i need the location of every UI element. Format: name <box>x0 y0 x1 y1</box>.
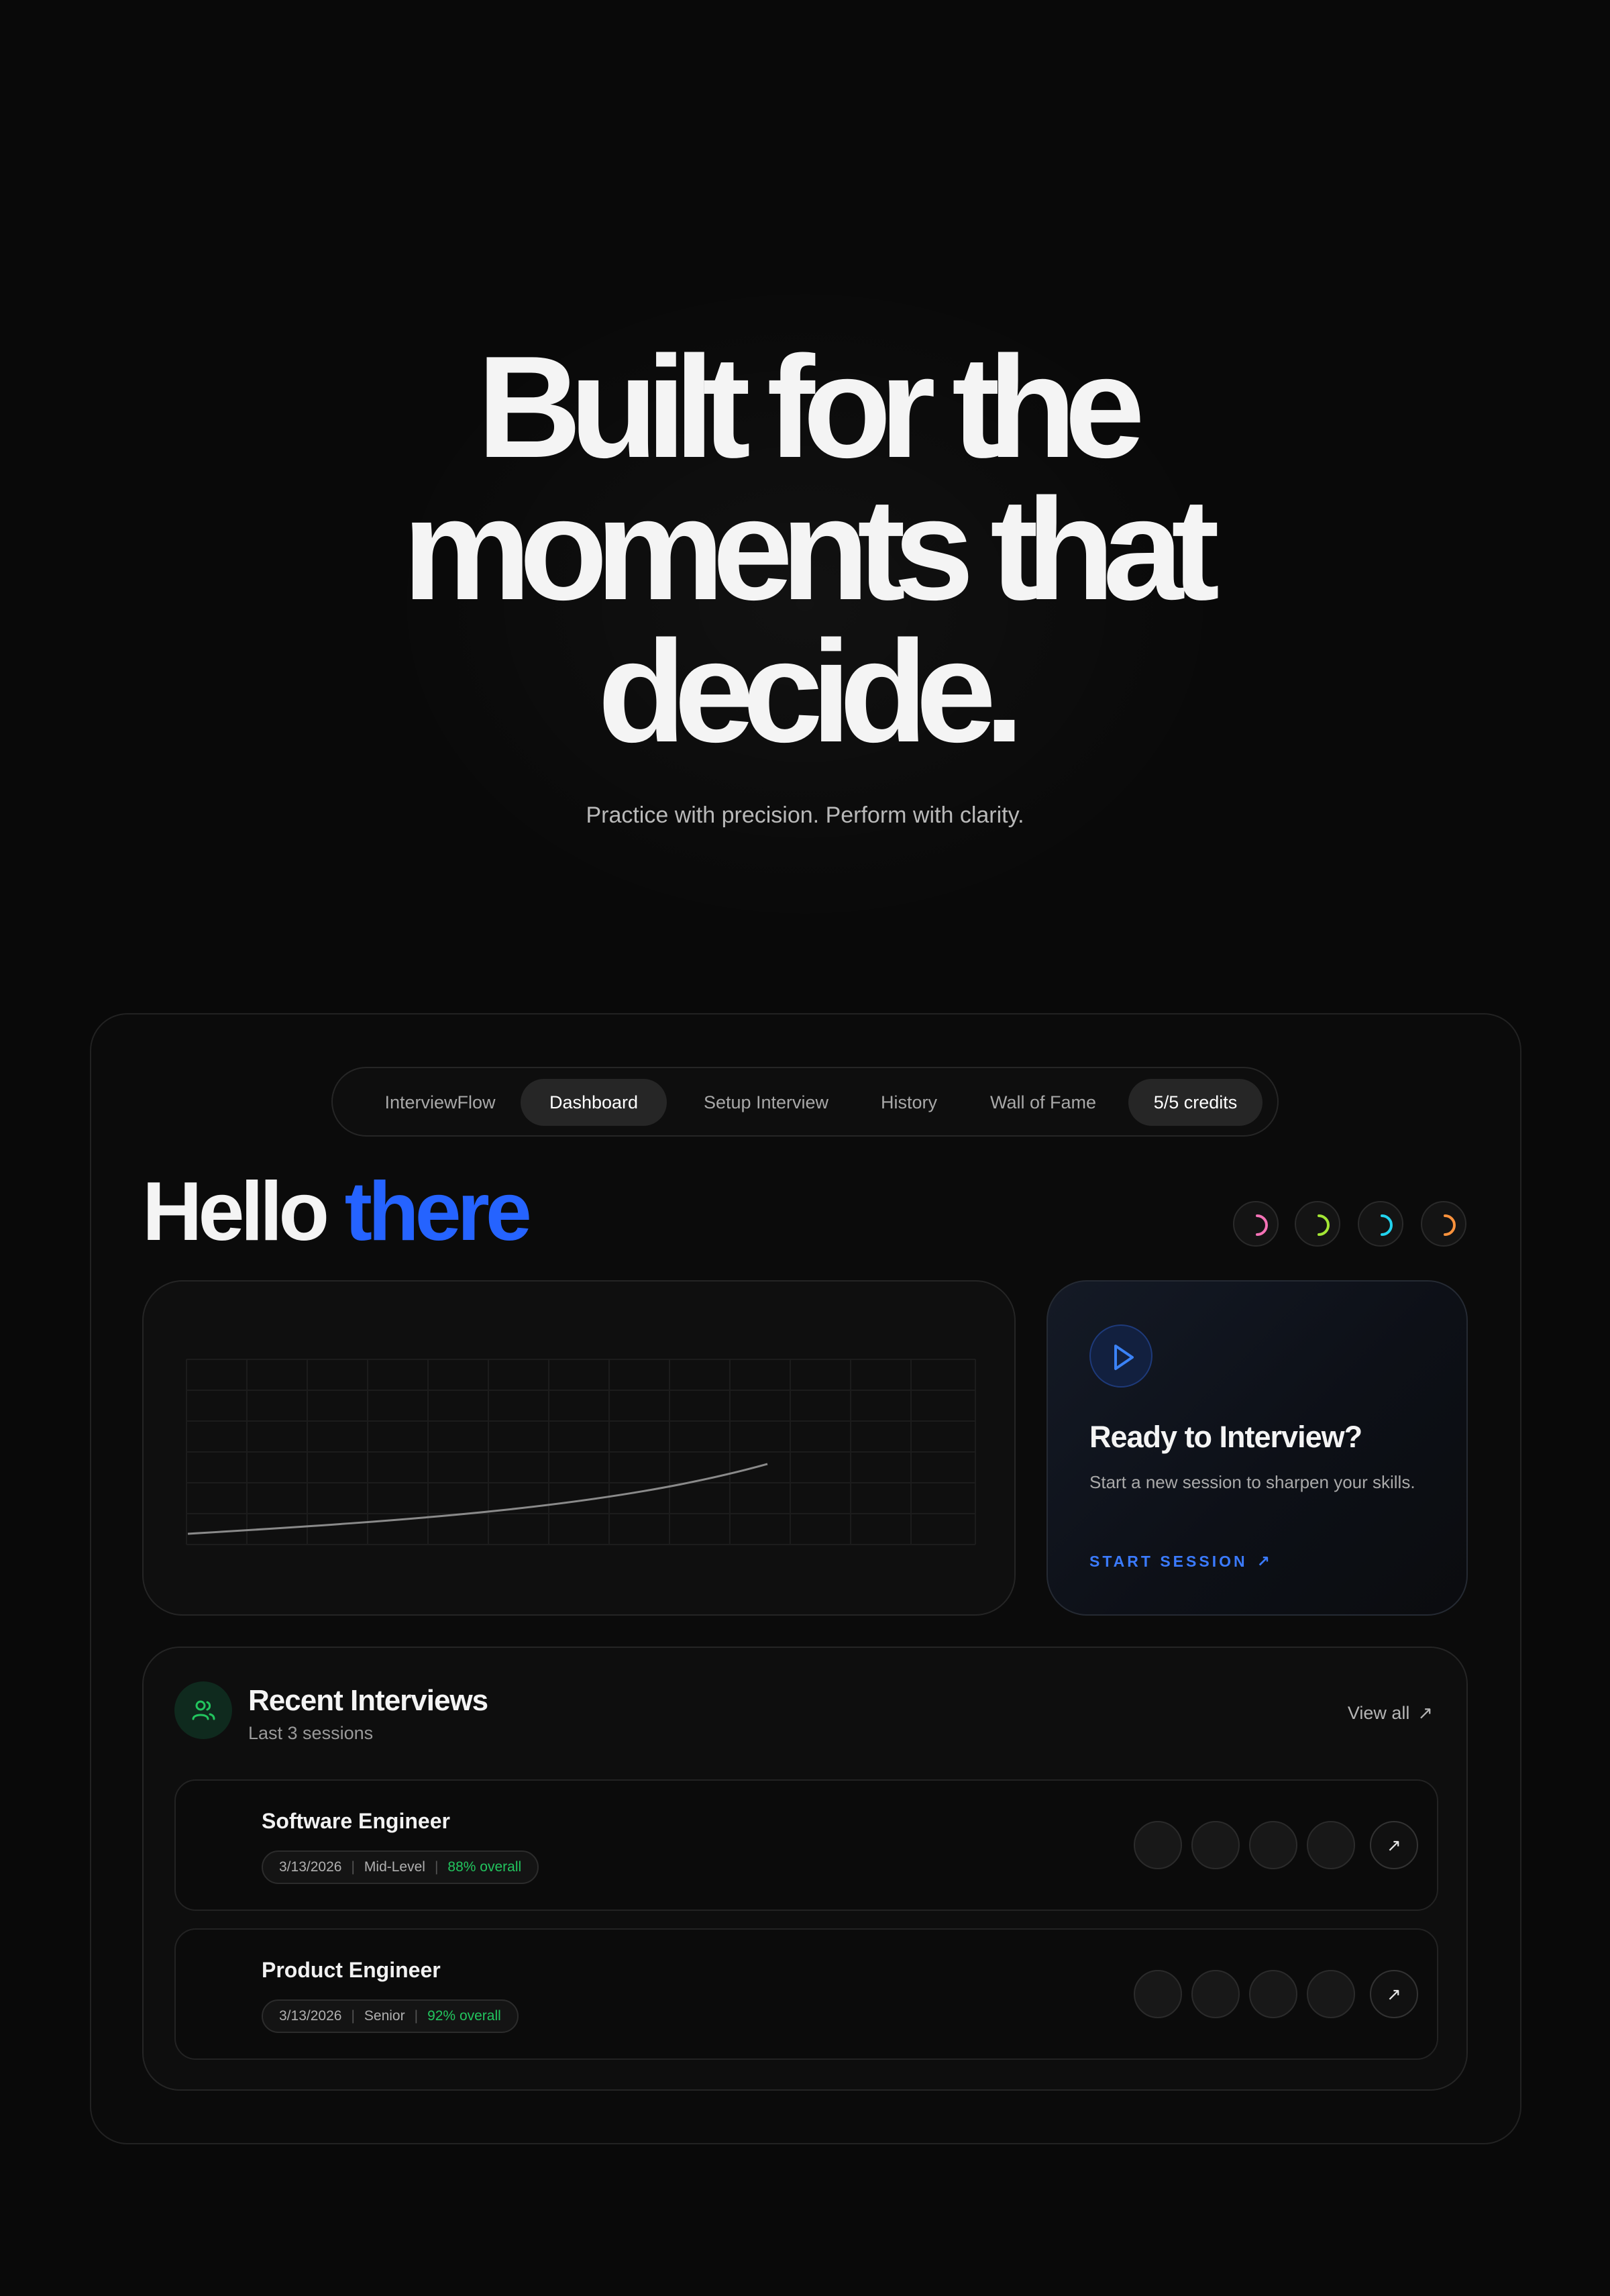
interview-score: 92% overall <box>427 2008 501 2024</box>
nav-tab-setup-interview[interactable]: Setup Interview <box>686 1079 847 1126</box>
top-nav: InterviewFlow Dashboard Setup Interview … <box>331 1067 1279 1137</box>
performance-chart-card <box>142 1280 1016 1616</box>
recent-interviews-card: Recent Interviews Last 3 sessions View a… <box>142 1647 1468 2091</box>
recent-icon-badge <box>174 1681 232 1739</box>
progress-ring-cyan <box>1358 1201 1403 1247</box>
start-session-label: START SESSION <box>1089 1553 1248 1570</box>
nav-tab-wall-of-fame[interactable]: Wall of Fame <box>973 1079 1114 1126</box>
interview-date: 3/13/2026 <box>279 2008 342 2024</box>
score-dot <box>1249 1821 1297 1869</box>
meta-separator: | <box>434 1859 439 1875</box>
cta-description: Start a new session to sharpen your skil… <box>1089 1472 1415 1492</box>
interview-score: 88% overall <box>447 1859 522 1875</box>
progress-ring-orange <box>1421 1201 1466 1247</box>
nav-tab-dashboard[interactable]: Dashboard <box>521 1079 667 1126</box>
start-interview-card: Ready to Interview? Start a new session … <box>1046 1280 1468 1616</box>
users-icon <box>192 1700 215 1720</box>
arrow-up-right-icon: ↗ <box>1387 1984 1401 2004</box>
cta-title: Ready to Interview? <box>1089 1420 1362 1454</box>
score-dot <box>1191 1821 1240 1869</box>
spinner-ring-icon <box>1256 1214 1268 1236</box>
interview-role: Software Engineer <box>262 1809 450 1833</box>
meta-separator: | <box>351 1859 355 1875</box>
arrow-up-right-icon: ↗ <box>1417 1703 1433 1723</box>
greeting-prefix: Hello <box>142 1165 329 1258</box>
performance-chart <box>186 1359 976 1545</box>
score-dot <box>1134 1970 1182 2018</box>
score-dot <box>1307 1970 1355 2018</box>
meta-separator: | <box>351 2008 355 2024</box>
start-session-link[interactable]: START SESSION ↗ <box>1089 1553 1270 1571</box>
score-dot <box>1307 1821 1355 1869</box>
credits-badge[interactable]: 5/5 credits <box>1128 1079 1263 1126</box>
spinner-ring-icon <box>1318 1214 1330 1236</box>
score-dot <box>1249 1970 1297 2018</box>
chart-grid <box>186 1359 976 1545</box>
nav-brand[interactable]: InterviewFlow <box>360 1079 521 1126</box>
arrow-up-right-icon: ↗ <box>1256 1553 1270 1570</box>
open-interview-button[interactable]: ↗ <box>1370 1970 1418 2018</box>
progress-ring-pink <box>1233 1201 1279 1247</box>
greeting-heading: Hello there <box>142 1165 532 1259</box>
spinner-ring-icon <box>1444 1214 1456 1236</box>
interview-date: 3/13/2026 <box>279 1859 342 1875</box>
interview-row[interactable]: Product Engineer 3/13/2026 | Senior | 92% ov… <box>174 1928 1438 2060</box>
view-all-link[interactable]: View all ↗ <box>1348 1703 1433 1724</box>
score-dot <box>1191 1970 1240 2018</box>
nav-tab-history[interactable]: History <box>864 1079 954 1126</box>
chart-trend-line <box>187 1463 768 1535</box>
hero-title-line-1: Built for the <box>477 325 1145 488</box>
open-interview-button[interactable]: ↗ <box>1370 1821 1418 1869</box>
spinner-ring-icon <box>1381 1214 1393 1236</box>
interview-level: Mid-Level <box>364 1859 425 1875</box>
hero-title-line-2: moments that <box>402 468 1220 630</box>
interview-meta-pill: 3/13/2026 | Senior | 92% overall <box>262 1999 519 2033</box>
arrow-up-right-icon: ↗ <box>1387 1835 1401 1855</box>
interview-row[interactable]: Software Engineer 3/13/2026 | Mid-Level | 88… <box>174 1779 1438 1911</box>
hero-title-line-3: decide. <box>597 610 1024 772</box>
greeting-accent: there <box>344 1165 532 1258</box>
meta-separator: | <box>414 2008 419 2024</box>
hero-title: Built for the moments that decide. <box>0 325 1610 772</box>
recent-title: Recent Interviews <box>248 1684 488 1717</box>
play-button[interactable] <box>1089 1324 1152 1388</box>
progress-ring-lime <box>1295 1201 1340 1247</box>
view-all-label: View all <box>1347 1703 1410 1723</box>
hero-subtitle: Practice with precision. Perform with cl… <box>586 802 1024 828</box>
interview-level: Senior <box>364 2008 405 2024</box>
interview-meta-pill: 3/13/2026 | Mid-Level | 88% overall <box>262 1850 539 1884</box>
score-dot <box>1134 1821 1182 1869</box>
recent-subtitle: Last 3 sessions <box>248 1723 374 1743</box>
play-icon <box>1114 1345 1134 1370</box>
interview-role: Product Engineer <box>262 1958 441 1982</box>
